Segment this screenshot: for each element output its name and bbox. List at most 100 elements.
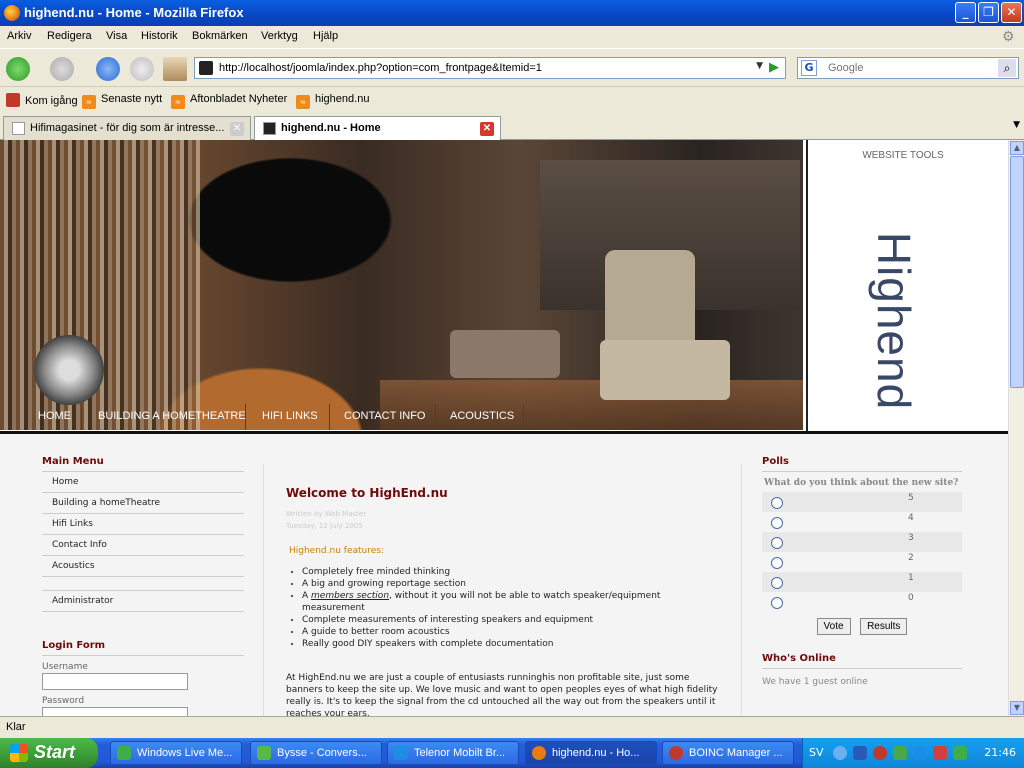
bookmark-kom-igang[interactable]: Kom igång (6, 93, 78, 107)
maximize-button[interactable]: ❐ (978, 2, 999, 23)
joomla-site-icon (199, 61, 213, 75)
nav-acoustics[interactable]: ACOUSTICS (438, 404, 524, 430)
joomla-site-icon (263, 122, 276, 135)
poll-radio[interactable] (771, 517, 783, 529)
vertical-scrollbar[interactable]: ▲ ▼ (1008, 140, 1024, 716)
antivirus-icon[interactable] (933, 746, 947, 760)
polls-title: Polls (762, 456, 962, 472)
username-field[interactable] (42, 673, 188, 690)
menu-bar: Arkiv Redigera Visa Historik Bokmärken V… (0, 26, 1024, 48)
google-engine-icon[interactable]: G (801, 60, 817, 76)
highend-logo: Highend (868, 231, 920, 411)
menu-verktyg[interactable]: Verktyg (261, 30, 298, 42)
members-section-link[interactable]: members section (311, 591, 389, 601)
status-bar: Klar (0, 716, 1024, 738)
firefox-icon (532, 746, 546, 760)
menu-bokmarken[interactable]: Bokmärken (192, 30, 248, 42)
windows-logo-icon (10, 744, 28, 762)
list-item: A guide to better room acoustics (302, 626, 726, 638)
menu-redigera[interactable]: Redigera (47, 30, 92, 42)
task-boinc[interactable]: BOINC Manager ... (662, 741, 794, 765)
password-field[interactable] (42, 707, 188, 716)
poll-radio[interactable] (771, 577, 783, 589)
page-viewport: HOME BUILDING A HOMETHEATRE HIFI LINKS C… (0, 140, 1008, 716)
tab-bar: Hifimagasinet - för dig som är intresse.… (0, 112, 1024, 141)
header-photo: HOME BUILDING A HOMETHEATRE HIFI LINKS C… (0, 140, 803, 430)
tab-highend[interactable]: highend.nu - Home ✕ (254, 116, 501, 141)
task-windows-live[interactable]: Windows Live Me... (110, 741, 242, 765)
stop-icon[interactable] (130, 57, 154, 81)
page-body: Main Menu Home Building a homeTheatre Hi… (0, 434, 1008, 716)
scroll-thumb[interactable] (1010, 156, 1024, 388)
search-icon[interactable]: ⌕ (998, 59, 1016, 77)
main-content: Welcome to HighEnd.nu Written by Web Mas… (286, 486, 726, 716)
menu-link-contact[interactable]: Contact Info (42, 535, 244, 556)
menu-link-acoustics[interactable]: Acoustics (42, 556, 244, 577)
menu-historik[interactable]: Historik (141, 30, 178, 42)
menu-hjalp[interactable]: Hjälp (313, 30, 338, 42)
url-text[interactable]: http://localhost/joomla/index.php?option… (219, 62, 542, 74)
task-telenor[interactable]: Telenor Mobilt Br... (387, 741, 519, 765)
boinc-tray-icon[interactable] (873, 746, 887, 760)
back-arrow-icon[interactable] (6, 57, 30, 81)
task-firefox-highend[interactable]: highend.nu - Ho... (525, 741, 657, 765)
tray-expand-icon[interactable] (833, 746, 847, 760)
nav-building-hometheatre[interactable]: BUILDING A HOMETHEATRE (84, 404, 246, 430)
url-bar[interactable]: http://localhost/joomla/index.php?option… (194, 57, 786, 79)
home-icon[interactable] (163, 57, 187, 81)
scroll-down-icon[interactable]: ▼ (1010, 701, 1024, 715)
scroll-up-icon[interactable]: ▲ (1010, 141, 1024, 155)
telenor-icon (394, 746, 408, 760)
poll-radio[interactable] (771, 537, 783, 549)
poll-option: 0 (762, 592, 962, 612)
reload-icon[interactable] (96, 57, 120, 81)
nav-home[interactable]: HOME (24, 404, 82, 430)
password-label: Password (42, 696, 85, 706)
menu-link-hifi[interactable]: Hifi Links (42, 514, 244, 535)
poll-radio[interactable] (771, 557, 783, 569)
list-item: Complete measurements of interesting spe… (302, 614, 726, 626)
task-bysse[interactable]: Bysse - Convers... (250, 741, 382, 765)
vote-button[interactable]: Vote (816, 618, 851, 635)
list-item: Really good DIY speakers with complete d… (302, 638, 726, 650)
bookmarks-toolbar: Kom igång ≈ Senaste nytt ≈ Aftonbladet Nyh… (0, 86, 1024, 112)
search-input[interactable] (828, 60, 988, 76)
bookmark-highend[interactable]: ≈ highend.nu (296, 93, 369, 109)
language-indicator[interactable]: SV (809, 746, 824, 759)
bookmark-senaste-nytt[interactable]: ≈ Senaste nytt (82, 93, 162, 109)
forward-arrow-icon[interactable] (50, 57, 74, 81)
bookmark-aftonbladet[interactable]: ≈ Aftonbladet Nyheter (171, 93, 287, 109)
nav-contact-info[interactable]: CONTACT INFO (332, 404, 436, 430)
menu-link-home[interactable]: Home (42, 472, 244, 493)
go-icon[interactable]: ▶ (766, 60, 782, 76)
page-icon (12, 122, 25, 135)
start-button[interactable]: Start (0, 738, 98, 768)
poll-radio[interactable] (771, 497, 783, 509)
menu-link-administrator[interactable]: Administrator (42, 591, 244, 612)
menu-visa[interactable]: Visa (106, 30, 127, 42)
tab-hifimagasinet[interactable]: Hifimagasinet - för dig som är intresse.… (3, 116, 251, 140)
search-bar[interactable]: G ⌕ (797, 57, 1019, 79)
network-icon[interactable] (853, 746, 867, 760)
poll-radio[interactable] (771, 597, 783, 609)
security-icon[interactable] (893, 746, 907, 760)
url-dropdown-icon[interactable]: ▼ (756, 61, 763, 71)
firefox-bookmark-icon (6, 93, 20, 107)
taskbar: Start Windows Live Me... Bysse - Convers… (0, 738, 1024, 768)
results-button[interactable]: Results (860, 618, 908, 635)
messenger-tray-icon[interactable] (953, 746, 967, 760)
menu-arkiv[interactable]: Arkiv (7, 30, 31, 42)
system-tray: SV 21:46 (802, 738, 1024, 768)
messenger-icon (117, 746, 131, 760)
tab-close-icon[interactable]: ✕ (230, 122, 244, 136)
tab-list-icon[interactable]: ▼ (1013, 120, 1020, 130)
menu-link-building[interactable]: Building a homeTheatre (42, 493, 244, 514)
throbber-icon: ⚙ (1002, 28, 1015, 44)
minimize-button[interactable]: _ (955, 2, 976, 23)
close-button[interactable]: ✕ (1001, 2, 1022, 23)
volume-icon[interactable] (913, 746, 927, 760)
article-title: Welcome to HighEnd.nu (286, 486, 448, 500)
login-form-title: Login Form (42, 640, 244, 656)
tab-close-icon[interactable]: ✕ (480, 122, 494, 136)
nav-hifi-links[interactable]: HIFI LINKS (248, 404, 330, 430)
